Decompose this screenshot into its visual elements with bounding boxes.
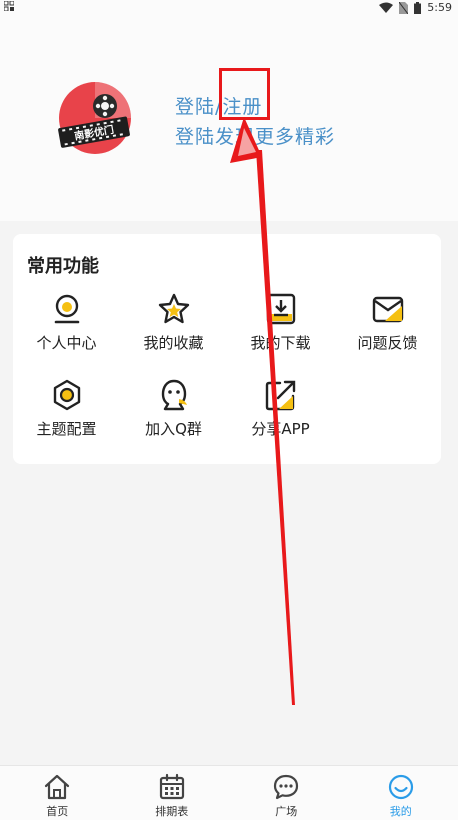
person-center-icon (54, 294, 79, 324)
no-sim-icon (399, 1, 409, 14)
wifi-icon (379, 2, 394, 13)
func-feedback[interactable]: 问题反馈 (334, 292, 441, 378)
theme-hexagon-icon (53, 379, 80, 411)
download-icon (266, 293, 295, 325)
nav-item-home[interactable]: 首页 (0, 766, 115, 820)
feedback-mail-icon (372, 296, 403, 323)
nav-item-square[interactable]: 广场 (229, 766, 344, 820)
func-theme-config[interactable]: 主题配置 (13, 378, 120, 464)
status-time: 5:59 (427, 1, 452, 14)
notification-grid-icon (3, 0, 15, 14)
status-bar: 5:59 (0, 0, 458, 16)
bottom-nav: 首页 排期表 广场 我的 (0, 765, 458, 820)
battery-icon (414, 1, 422, 14)
func-share-app[interactable]: 分享APP (227, 378, 334, 464)
star-favorites-icon (158, 293, 189, 324)
card-title: 常用功能 (27, 256, 99, 277)
func-join-qq-group[interactable]: 加入Q群 (120, 378, 227, 464)
functions-grid: 个人中心 我的收藏 我的下载 问题反馈 主题配置 加入Q群 分享APP (13, 292, 441, 464)
login-register-link[interactable]: 登陆/注册 (175, 92, 262, 119)
login-subtitle[interactable]: 登陆发现更多精彩 (175, 122, 335, 149)
app-logo-icon: 南影优门 (58, 82, 131, 154)
share-icon (265, 380, 295, 411)
common-functions-card: 常用功能 个人中心 我的收藏 我的下载 问题反馈 主题配置 加入Q群 分享APP (13, 234, 441, 464)
func-my-favorites[interactable]: 我的收藏 (120, 292, 227, 378)
nav-item-schedule[interactable]: 排期表 (115, 766, 230, 820)
profile-header: 南影优门 登陆/注册 登陆发现更多精彩 (0, 16, 458, 221)
calendar-icon (159, 773, 184, 800)
chat-bubble-icon (274, 774, 299, 800)
func-personal-center[interactable]: 个人中心 (13, 292, 120, 378)
avatar[interactable]: 南影优门 (55, 78, 135, 158)
nav-item-mine[interactable]: 我的 (344, 766, 458, 820)
home-icon (45, 774, 70, 800)
func-my-downloads[interactable]: 我的下载 (227, 292, 334, 378)
smiley-icon (388, 774, 413, 800)
qq-penguin-icon (161, 379, 187, 411)
